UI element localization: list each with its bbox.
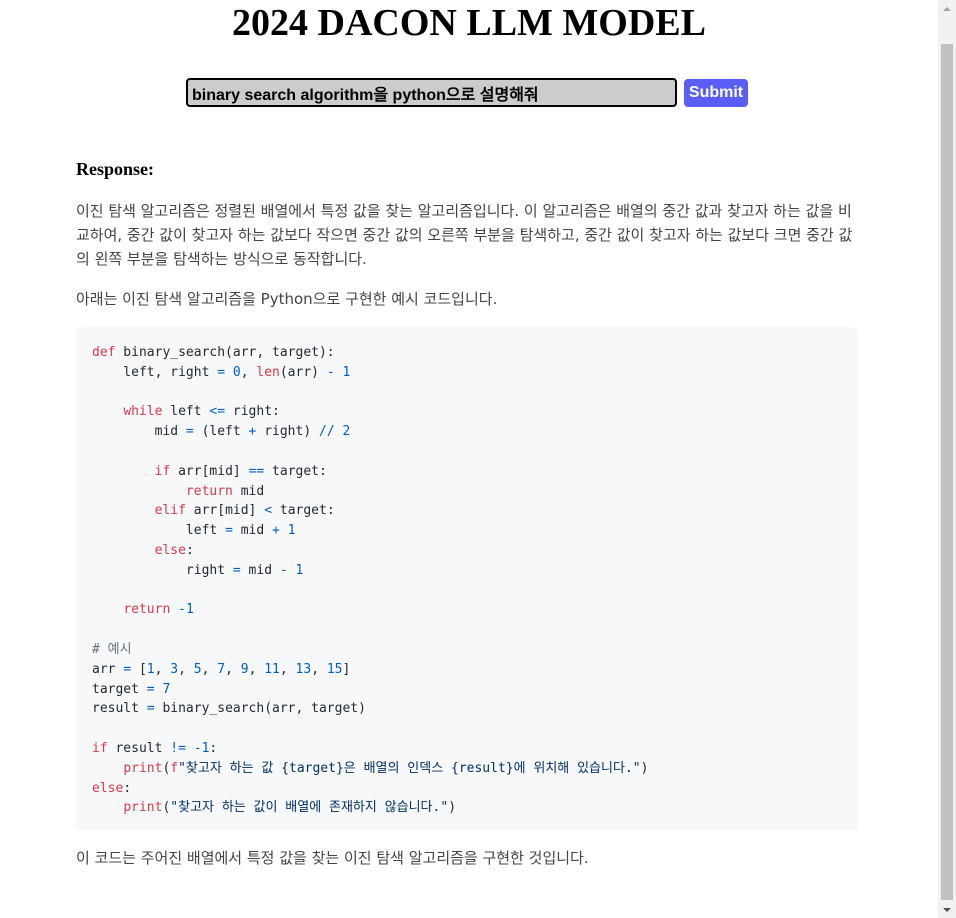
- response-paragraph-2: 아래는 이진 탐색 알고리즘을 Python으로 구현한 예시 코드입니다.: [76, 290, 498, 308]
- query-input[interactable]: [186, 78, 677, 107]
- code-line: else:: [92, 780, 132, 796]
- page: 2024 DACON LLM MODEL Submit Response: 이진…: [0, 0, 956, 918]
- code-line: if result != -1:: [92, 740, 218, 756]
- scroll-down-arrow-icon[interactable]: [938, 901, 956, 918]
- query-form: Submit: [186, 78, 748, 107]
- code-line: arr = [1, 3, 5, 7, 9, 11, 13, 15]: [92, 661, 351, 677]
- code-line: return mid: [185, 483, 265, 499]
- response-paragraph-3: 이 코드는 주어진 배열에서 특정 값을 찾는 이진 탐색 알고리즘을 구현한 …: [76, 849, 589, 867]
- code-line: if arr[mid] == target:: [154, 463, 327, 479]
- code-line: # 예시: [92, 641, 132, 657]
- response-heading: Response:: [76, 159, 155, 179]
- code-line: print(f"찾고자 하는 값 {target}은 배열의 인덱스 {resu…: [123, 760, 649, 776]
- main-content: 2024 DACON LLM MODEL Submit Response: 이진…: [0, 0, 938, 918]
- code-line: target = 7: [92, 681, 171, 697]
- code-block[interactable]: def binary_search(arr, target): left, ri…: [76, 327, 858, 831]
- code-line: mid = (left + right) // 2: [92, 424, 351, 440]
- code-line: left, right = 0, len(arr) - 1: [92, 364, 351, 380]
- response-paragraph-1: 이진 탐색 알고리즘은 정렬된 배열에서 특정 값을 찾는 알고리즘입니다. 이…: [76, 202, 853, 268]
- code-line: result = binary_search(arr, target): [92, 701, 366, 717]
- submit-button[interactable]: Submit: [684, 78, 748, 107]
- code-line: return -1: [123, 602, 194, 618]
- code-line: print("찾고자 하는 값이 배열에 존재하지 않습니다."): [123, 800, 457, 816]
- code-line: left = mid + 1: [92, 523, 296, 539]
- code-line: while left <= right:: [123, 404, 280, 420]
- vertical-scrollbar[interactable]: [938, 0, 956, 918]
- code-line: def binary_search(arr, target):: [92, 345, 335, 360]
- code-line: elif arr[mid] < target:: [154, 503, 335, 519]
- scroll-up-arrow-icon[interactable]: [938, 0, 956, 17]
- page-title: 2024 DACON LLM MODEL: [232, 2, 706, 44]
- code-line: else:: [154, 542, 194, 558]
- scroll-thumb[interactable]: [941, 44, 953, 900]
- code-line: right = mid - 1: [92, 562, 304, 578]
